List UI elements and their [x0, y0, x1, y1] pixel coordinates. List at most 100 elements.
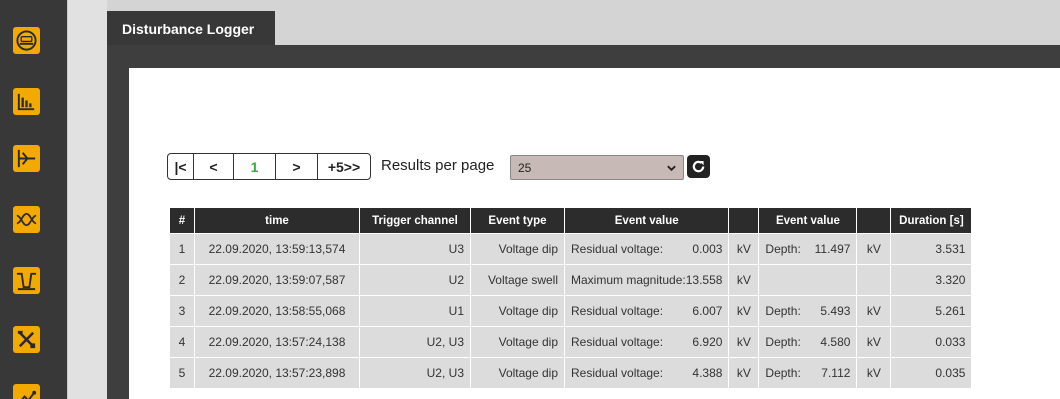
cell-trigger-channel: U1	[360, 296, 470, 326]
event-value-label: Residual voltage:	[571, 335, 664, 349]
cell-index: 5	[170, 358, 194, 388]
waveform-icon	[16, 212, 37, 227]
table-row[interactable]: 5 22.09.2020, 13:57:23,898 U2, U3 Voltage d…	[170, 358, 972, 388]
cell-event-value: Maximum magnitude: 13.558	[565, 265, 729, 295]
meter-icon	[16, 30, 37, 51]
prev-page-button[interactable]: <	[194, 154, 234, 179]
event-value-2-label: Depth:	[765, 242, 801, 256]
skip-forward-button[interactable]: +5>>	[318, 154, 370, 179]
col-header-event-value-2[interactable]: Event value	[759, 208, 857, 233]
tools-icon	[17, 330, 36, 349]
cell-duration: 0.035	[891, 358, 972, 388]
cell-event-type: Voltage dip	[471, 358, 564, 388]
results-per-page-label: Results per page	[381, 157, 495, 174]
sidebar-item-waveform[interactable]	[13, 206, 40, 233]
cell-index: 1	[170, 234, 194, 264]
cell-time: 22.09.2020, 13:57:23,898	[195, 358, 359, 388]
cell-duration: 3.320	[891, 265, 972, 295]
results-per-page-value: 25	[518, 161, 532, 175]
refresh-icon	[692, 160, 705, 173]
table-header-row: # time Trigger channel Event type Event …	[170, 208, 972, 233]
cell-index: 4	[170, 327, 194, 357]
col-header-unit-2	[857, 208, 891, 233]
cell-time: 22.09.2020, 13:59:07,587	[195, 265, 359, 295]
event-value-number: 4.388	[692, 366, 723, 380]
cell-event-value: Residual voltage: 0.003	[565, 234, 729, 264]
cell-event-unit: kV	[729, 265, 759, 295]
cell-event-unit-2: kV	[857, 296, 891, 326]
chevron-down-icon	[667, 165, 676, 172]
cell-event-value-2	[759, 265, 857, 295]
cell-event-unit-2: kV	[857, 234, 891, 264]
cell-event-value-2: Depth: 11.497	[759, 234, 857, 264]
event-value-label: Residual voltage:	[571, 304, 664, 318]
event-value-label: Maximum magnitude:	[571, 273, 686, 287]
event-value-number: 6.007	[692, 304, 723, 318]
col-header-event-value[interactable]: Event value	[565, 208, 729, 233]
cell-event-type: Voltage swell	[471, 265, 564, 295]
cell-event-type: Voltage dip	[471, 234, 564, 264]
event-value-2-number: 11.497	[814, 242, 851, 256]
cell-event-unit-2	[857, 265, 891, 295]
cell-duration: 5.261	[891, 296, 972, 326]
cell-time: 22.09.2020, 13:58:55,068	[195, 296, 359, 326]
content-gutter	[67, 0, 107, 399]
table-row[interactable]: 1 22.09.2020, 13:59:13,574 U3 Voltage dip Re…	[170, 234, 972, 264]
sidebar-item-phasor[interactable]	[13, 145, 40, 172]
cell-event-unit-2: kV	[857, 358, 891, 388]
cell-event-value: Residual voltage: 6.007	[565, 296, 729, 326]
event-value-2-label: Depth:	[765, 366, 801, 380]
col-header-index[interactable]: #	[170, 208, 194, 233]
cell-event-type: Voltage dip	[471, 296, 564, 326]
current-page-button[interactable]: 1	[234, 154, 276, 179]
col-header-event-type[interactable]: Event type	[471, 208, 564, 233]
cell-event-type: Voltage dip	[471, 327, 564, 357]
table-row[interactable]: 2 22.09.2020, 13:59:07,587 U2 Voltage swell…	[170, 265, 972, 295]
col-header-duration[interactable]: Duration [s]	[891, 208, 972, 233]
cell-event-unit: kV	[729, 327, 759, 357]
phasor-icon	[17, 149, 36, 168]
table-row[interactable]: 3 22.09.2020, 13:58:55,068 U1 Voltage dip Re…	[170, 296, 972, 326]
sidebar-item-dips[interactable]	[13, 267, 40, 294]
cell-event-unit: kV	[729, 296, 759, 326]
event-value-number: 6.920	[692, 335, 723, 349]
cell-event-value-2: Depth: 7.112	[759, 358, 857, 388]
cell-event-value: Residual voltage: 4.388	[565, 358, 729, 388]
event-value-label: Residual voltage:	[571, 366, 664, 380]
cell-event-unit-2: kV	[857, 327, 891, 357]
col-header-trigger-channel[interactable]: Trigger channel	[360, 208, 470, 233]
cell-event-value-2: Depth: 5.493	[759, 296, 857, 326]
event-value-2-label: Depth:	[765, 335, 801, 349]
window-tab[interactable]: Disturbance Logger	[107, 11, 275, 45]
cell-event-value: Residual voltage: 6.920	[565, 327, 729, 357]
table-row[interactable]: 4 22.09.2020, 13:57:24,138 U2, U3 Voltage d…	[170, 327, 972, 357]
cell-index: 2	[170, 265, 194, 295]
col-header-unit	[729, 208, 759, 233]
event-value-2-number: 7.112	[821, 366, 851, 380]
sidebar-item-tools[interactable]	[13, 326, 40, 353]
events-table: # time Trigger channel Event type Event …	[169, 207, 973, 389]
cell-trigger-channel: U2, U3	[360, 327, 470, 357]
col-header-time[interactable]: time	[195, 208, 359, 233]
event-value-2-label: Depth:	[765, 304, 801, 318]
refresh-button[interactable]	[687, 155, 710, 178]
first-page-button[interactable]: |<	[168, 154, 194, 179]
cell-index: 3	[170, 296, 194, 326]
cell-time: 22.09.2020, 13:57:24,138	[195, 327, 359, 357]
dip-icon	[16, 272, 37, 291]
event-value-number: 13.558	[685, 273, 723, 287]
cell-trigger-channel: U3	[360, 234, 470, 264]
sidebar-item-graph[interactable]	[13, 384, 40, 399]
cell-event-unit: kV	[729, 358, 759, 388]
sidebar-item-meter[interactable]	[13, 27, 40, 54]
cell-trigger-channel: U2, U3	[360, 358, 470, 388]
results-per-page-select[interactable]: 25	[510, 155, 684, 180]
graph-icon	[21, 390, 37, 399]
bar-chart-icon	[17, 93, 35, 111]
cell-event-value-2: Depth: 4.580	[759, 327, 857, 357]
next-page-button[interactable]: >	[276, 154, 318, 179]
cell-time: 22.09.2020, 13:59:13,574	[195, 234, 359, 264]
sidebar-item-harmonics[interactable]	[13, 88, 40, 115]
event-value-label: Residual voltage:	[571, 242, 664, 256]
cell-duration: 0.033	[891, 327, 972, 357]
